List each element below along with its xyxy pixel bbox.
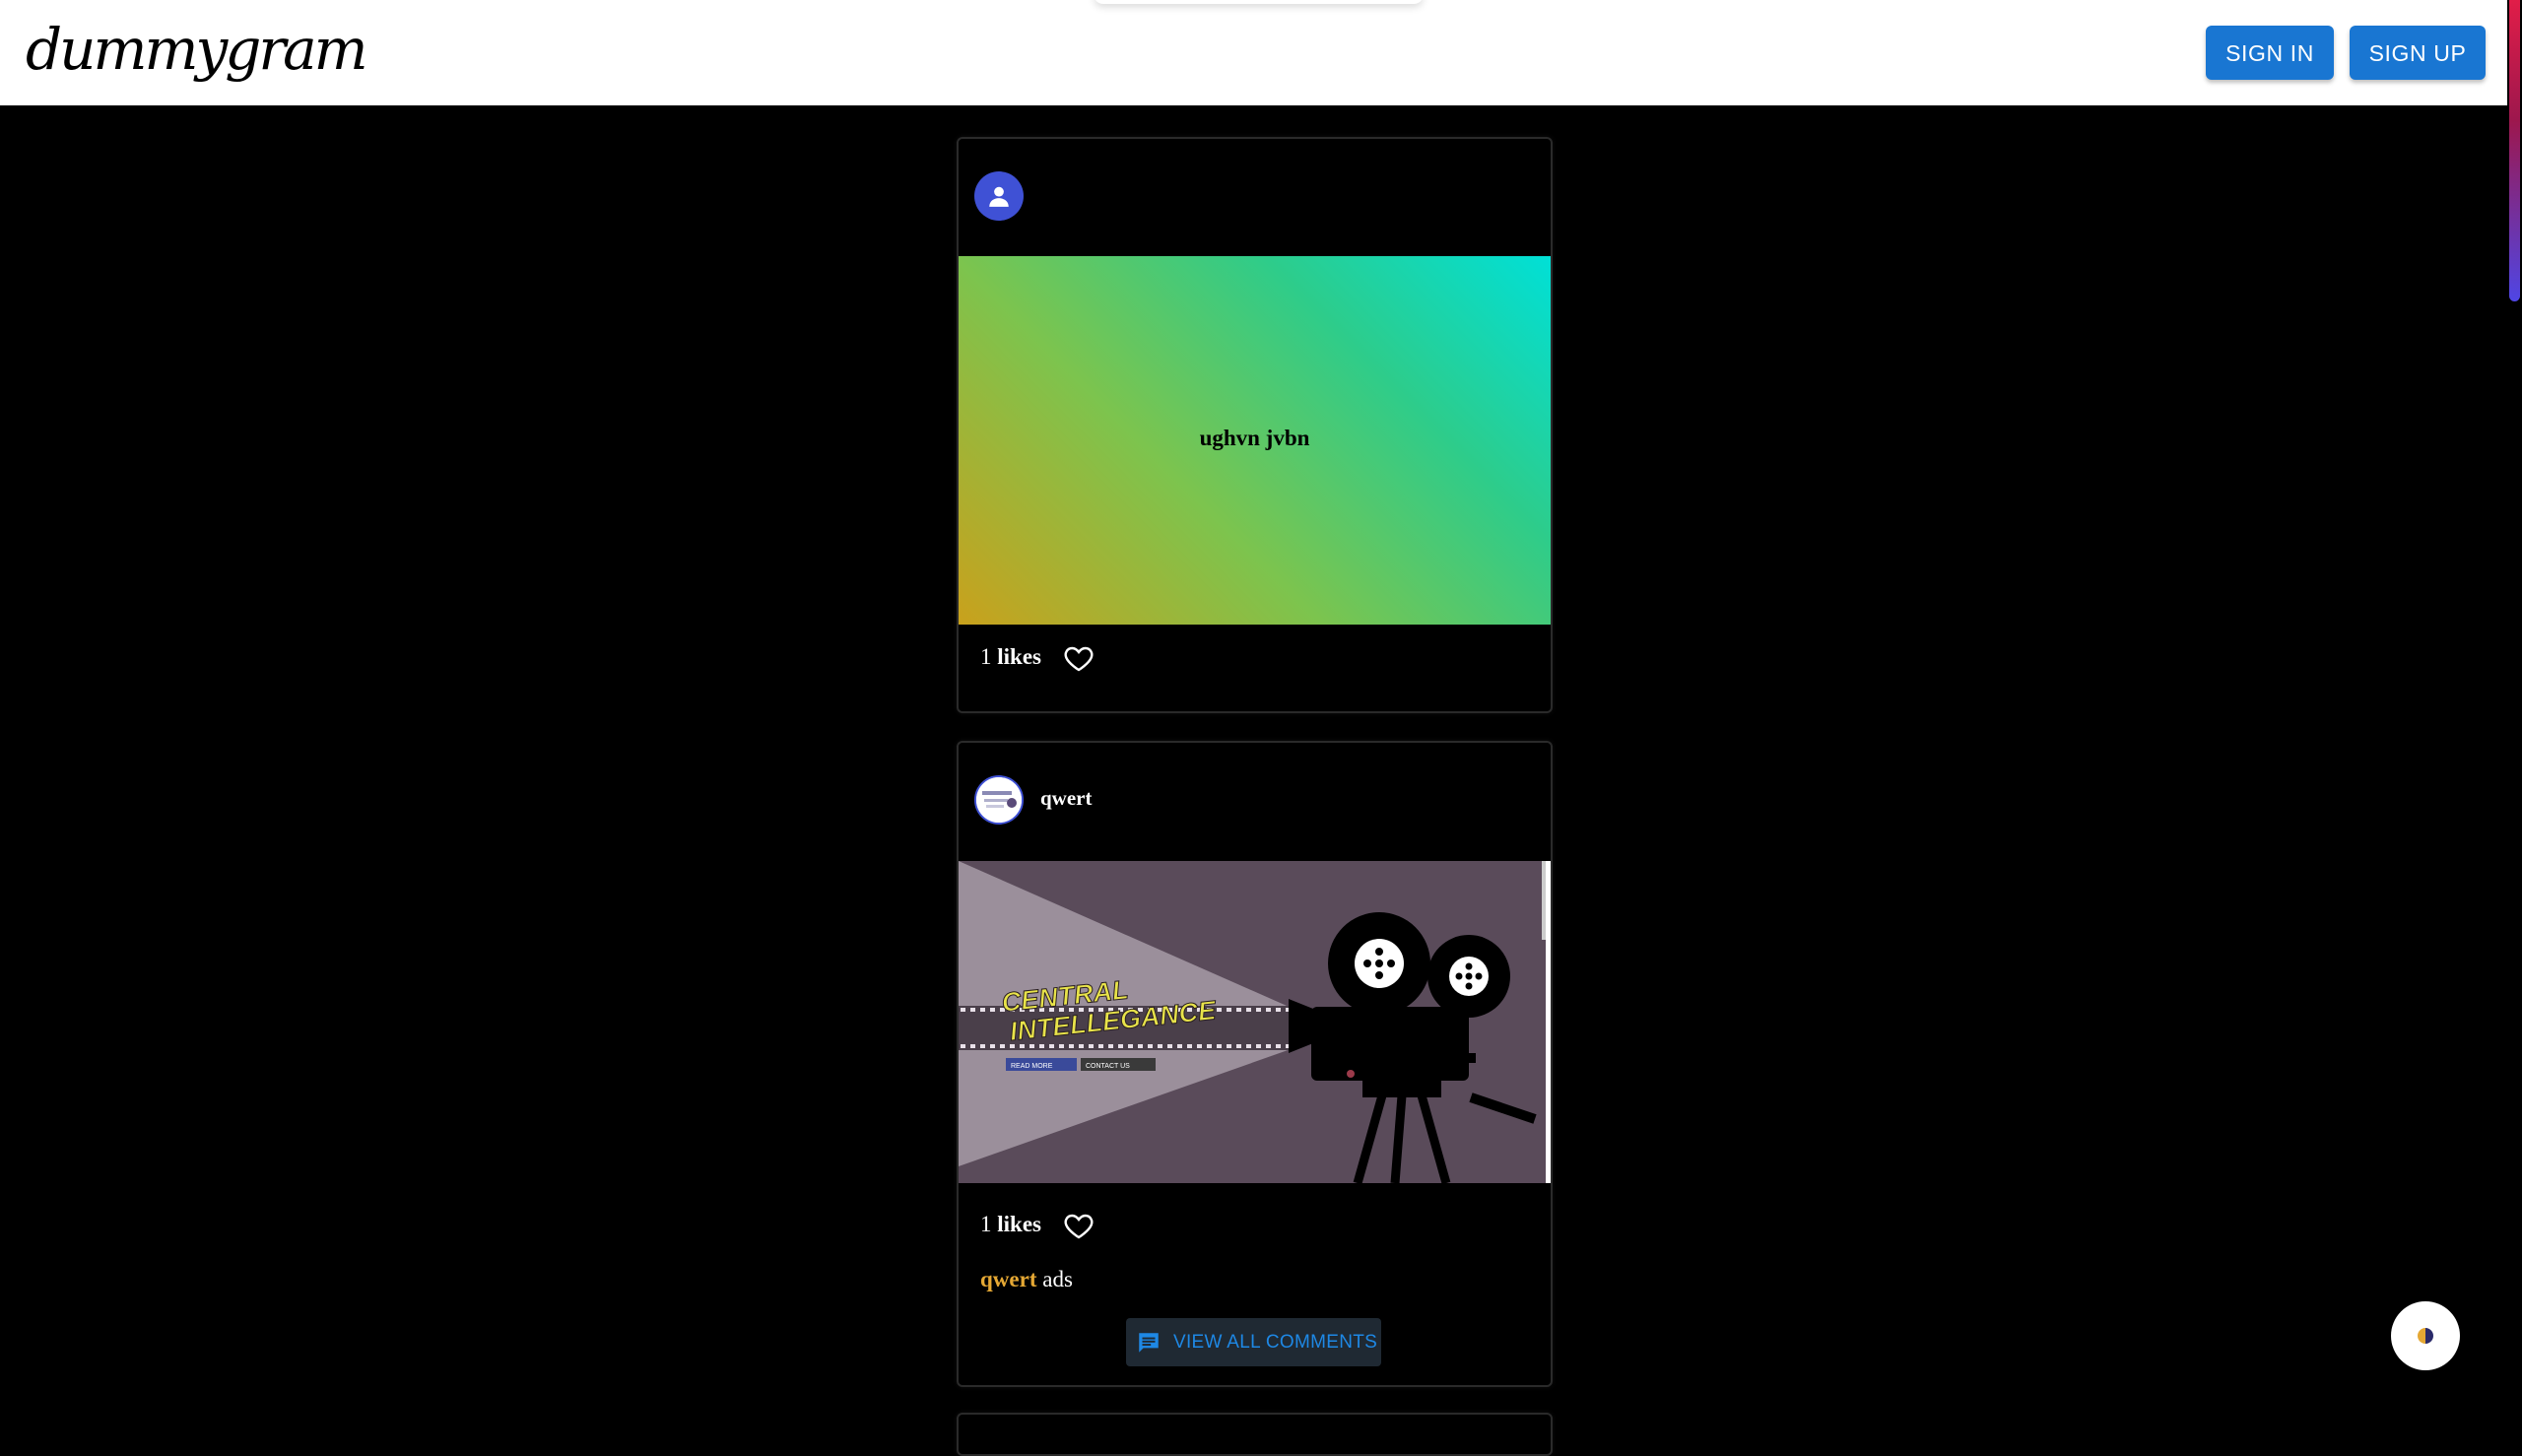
image-read-more: READ MORE xyxy=(1011,1063,1053,1070)
app-logo[interactable]: dummygram xyxy=(26,14,368,85)
heart-outline-icon[interactable] xyxy=(1062,1210,1095,1241)
sign-in-button[interactable]: SIGN IN xyxy=(2206,26,2334,80)
theme-toggle-button[interactable] xyxy=(2391,1301,2460,1370)
top-search-tab[interactable] xyxy=(1094,0,1424,4)
person-icon xyxy=(989,186,1009,207)
caption-text: ads xyxy=(1042,1267,1073,1291)
caption-username[interactable]: qwert xyxy=(980,1267,1036,1291)
sign-up-button[interactable]: SIGN UP xyxy=(2350,26,2486,80)
post-card: qwert CENTRAL INTELLEGANCE READ MORE CON… xyxy=(957,741,1553,1387)
theme-toggle-icon xyxy=(2418,1328,2433,1344)
post-image-text: ughvn jvbn xyxy=(1199,426,1310,450)
view-all-comments-button[interactable]: VIEW ALL COMMENTS xyxy=(1126,1318,1381,1366)
comment-icon xyxy=(1139,1333,1159,1353)
avatar-image xyxy=(976,777,1022,823)
post-card: ughvn jvbn 1 likes xyxy=(957,137,1553,713)
avatar[interactable] xyxy=(974,171,1024,221)
post-image-art: CENTRAL INTELLEGANCE READ MORE CONTACT U… xyxy=(959,861,1551,1183)
top-app-bar: dummygram SIGN IN SIGN UP xyxy=(0,0,2507,105)
view-all-comments-label: VIEW ALL COMMENTS xyxy=(1173,1332,1378,1353)
post-card xyxy=(957,1413,1553,1456)
scrollbar-thumb[interactable] xyxy=(2509,0,2520,301)
likes-count: 1 likes xyxy=(980,644,1041,669)
avatar[interactable] xyxy=(974,775,1024,825)
image-contact-us: CONTACT US xyxy=(1086,1063,1130,1070)
heart-outline-icon[interactable] xyxy=(1062,642,1095,674)
likes-count: 1 likes xyxy=(980,1212,1041,1236)
post-image: CENTRAL INTELLEGANCE READ MORE CONTACT U… xyxy=(959,861,1551,1183)
post-username[interactable]: qwert xyxy=(1040,786,1092,811)
post-image: ughvn jvbn xyxy=(959,256,1551,625)
post-caption: qwert ads xyxy=(980,1267,1073,1292)
